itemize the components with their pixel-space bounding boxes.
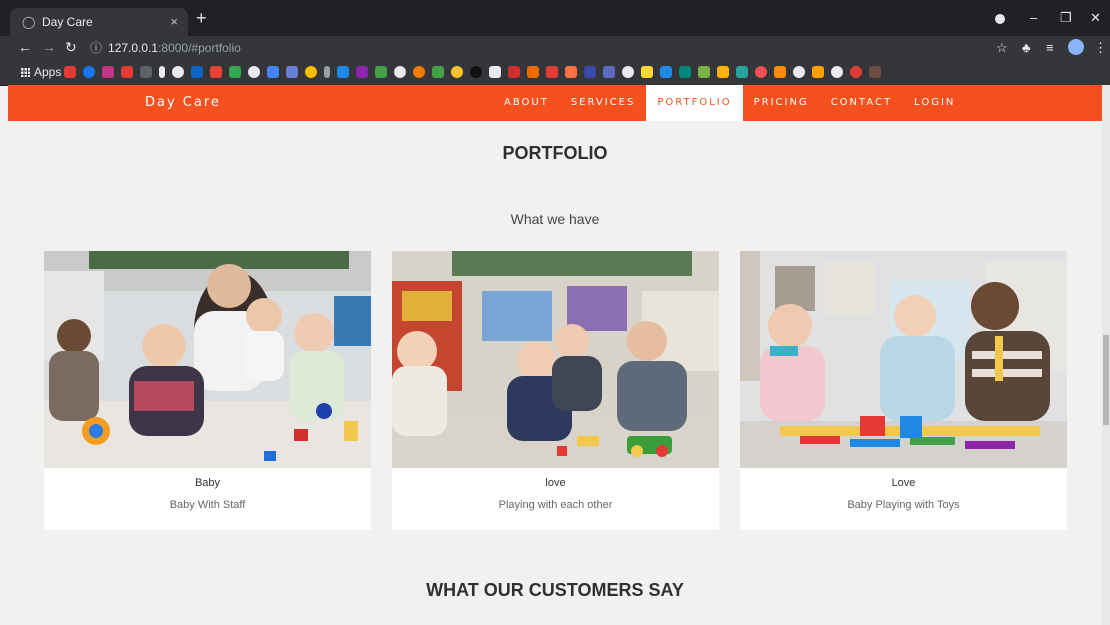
nav-link-portfolio[interactable]: PORTFOLIO: [646, 85, 743, 121]
bookmark-cup-icon[interactable]: [736, 66, 748, 78]
bookmarks-bar: Apps: [0, 60, 1110, 86]
page-scrollbar[interactable]: [1102, 85, 1110, 625]
bookmark-dot-icon[interactable]: [755, 66, 767, 78]
bookmark-dark-icon[interactable]: [470, 66, 482, 78]
bookmark-map-icon[interactable]: [451, 66, 463, 78]
bookmark-tool-icon[interactable]: [140, 66, 152, 78]
new-tab-button[interactable]: +: [196, 9, 207, 27]
apps-grid-icon: [20, 67, 30, 77]
bookmark-slash-icon[interactable]: [324, 66, 330, 78]
bookmark-apps[interactable]: Apps: [20, 65, 61, 79]
bookmark-red-icon[interactable]: [508, 66, 520, 78]
bookmark-slides-icon[interactable]: [584, 66, 596, 78]
portfolio-card[interactable]: Love Baby Playing with Toys: [740, 251, 1067, 530]
card-description: Baby With Staff: [169, 499, 246, 511]
media-icon[interactable]: ≡: [1046, 40, 1054, 55]
bookmark-chat-icon[interactable]: [527, 66, 539, 78]
card-photo-baby-with-staff: [44, 251, 371, 468]
nav-link-contact[interactable]: CONTACT: [820, 85, 903, 121]
bookmark-yellow-icon[interactable]: [717, 66, 729, 78]
bookmark-gmail-icon[interactable]: [210, 66, 222, 78]
tab-favicon-icon: ◯: [22, 15, 36, 29]
bookmark-leaf-icon[interactable]: [698, 66, 710, 78]
bookmark-hat-icon[interactable]: [774, 66, 786, 78]
bookmark-brown-icon[interactable]: [869, 66, 881, 78]
reload-icon[interactable]: ↻: [65, 39, 77, 56]
bookmark-word-icon[interactable]: [432, 66, 444, 78]
bookmark-github-icon[interactable]: [172, 66, 184, 78]
bookmark-globe2-icon[interactable]: [394, 66, 406, 78]
bookmark-star-icon[interactable]: ☆: [996, 40, 1008, 56]
profile-dot-icon[interactable]: [995, 14, 1005, 24]
bookmark-orange-icon[interactable]: [413, 66, 425, 78]
bookmark-pause-icon[interactable]: [159, 66, 165, 78]
minimize-button[interactable]: –: [1030, 10, 1037, 25]
site-navbar: Day Care ABOUT SERVICES PORTFOLIO PRICIN…: [8, 85, 1102, 121]
bookmark-globe5-icon[interactable]: [831, 66, 843, 78]
site-info-icon[interactable]: ⓘ: [90, 41, 102, 55]
nav-link-services[interactable]: SERVICES: [560, 85, 647, 121]
bookmark-sheet-icon[interactable]: [229, 66, 241, 78]
portfolio-subtitle: What we have: [510, 211, 600, 227]
bookmark-loop-icon[interactable]: [286, 66, 298, 78]
browser-tab[interactable]: ◯ Day Care ×: [10, 8, 188, 36]
bookmark-icons: [64, 66, 1094, 80]
close-window-button[interactable]: ✕: [1090, 10, 1101, 26]
bookmark-circle-icon[interactable]: [305, 66, 317, 78]
extensions-icon[interactable]: ♣: [1022, 40, 1031, 55]
bookmark-red-dot-icon[interactable]: [850, 66, 862, 78]
browser-toolbar: ← → ↻ ⓘ 127.0.0.1:8000/#portfolio ☆ ♣ ≡ ⋮: [0, 36, 1110, 60]
nav-links: ABOUT SERVICES PORTFOLIO PRICING CONTACT…: [493, 85, 966, 121]
browser-tab-strip: ◯ Day Care × + – ❐ ✕: [0, 0, 1110, 36]
bookmark-video-icon[interactable]: [121, 66, 133, 78]
bookmark-edit-icon[interactable]: [337, 66, 349, 78]
bookmark-green-icon[interactable]: [375, 66, 387, 78]
portfolio-title: PORTFOLIO: [502, 143, 608, 163]
card-name: Love: [891, 477, 916, 489]
site-brand[interactable]: Day Care: [145, 95, 221, 110]
nav-link-pricing[interactable]: PRICING: [743, 85, 820, 121]
bookmark-youtube-icon[interactable]: [64, 66, 76, 78]
bookmark-drive2-icon[interactable]: [660, 66, 672, 78]
bookmark-globe-icon[interactable]: [248, 66, 260, 78]
testimonials-title: WHAT OUR CUSTOMERS SAY: [426, 580, 684, 600]
card-photo-playing-with-each-other: [392, 251, 719, 468]
bookmark-c-icon[interactable]: [812, 66, 824, 78]
portfolio-card[interactable]: Baby Baby With Staff: [44, 251, 371, 530]
bookmark-instagram-icon[interactable]: [102, 66, 114, 78]
bookmark-fox-icon[interactable]: [565, 66, 577, 78]
url-host: 127.0.0.1: [108, 41, 159, 55]
bookmark-app-icon[interactable]: [603, 66, 615, 78]
card-description: Playing with each other: [498, 499, 613, 511]
nav-link-login[interactable]: LOGIN: [903, 85, 966, 121]
menu-icon[interactable]: ⋮: [1094, 40, 1107, 56]
url-path: :8000/#portfolio: [158, 41, 241, 55]
maximize-button[interactable]: ❐: [1060, 10, 1072, 26]
bookmark-linkedin-icon[interactable]: [191, 66, 203, 78]
address-bar[interactable]: ⓘ 127.0.0.1:8000/#portfolio: [90, 38, 990, 58]
card-description: Baby Playing with Toys: [847, 499, 960, 511]
forward-arrow-icon[interactable]: →: [42, 39, 56, 55]
scrollbar-thumb[interactable]: [1103, 335, 1109, 425]
back-arrow-icon[interactable]: ←: [18, 39, 32, 55]
bookmark-page-icon[interactable]: [489, 66, 501, 78]
card-photo-baby-playing-with-toys: [740, 251, 1067, 468]
tab-title: Day Care: [42, 15, 93, 29]
bookmark-teal-icon[interactable]: [679, 66, 691, 78]
nav-link-about[interactable]: ABOUT: [493, 85, 560, 121]
apps-label: Apps: [34, 65, 62, 79]
bookmark-globe4-icon[interactable]: [793, 66, 805, 78]
bookmark-facebook-icon[interactable]: [83, 66, 95, 78]
bookmark-twitch-icon[interactable]: [356, 66, 368, 78]
profile-avatar[interactable]: [1068, 39, 1084, 55]
card-name: Baby: [194, 477, 221, 489]
bookmark-globe3-icon[interactable]: [622, 66, 634, 78]
bookmark-drive-icon[interactable]: [641, 66, 653, 78]
bookmark-mail-icon[interactable]: [546, 66, 558, 78]
bookmark-docs-icon[interactable]: [267, 66, 279, 78]
portfolio-card[interactable]: love Playing with each other: [392, 251, 719, 530]
card-name: love: [545, 477, 566, 489]
page-viewport: Day Care ABOUT SERVICES PORTFOLIO PRICIN…: [8, 85, 1102, 625]
tab-close-icon[interactable]: ×: [170, 14, 178, 29]
